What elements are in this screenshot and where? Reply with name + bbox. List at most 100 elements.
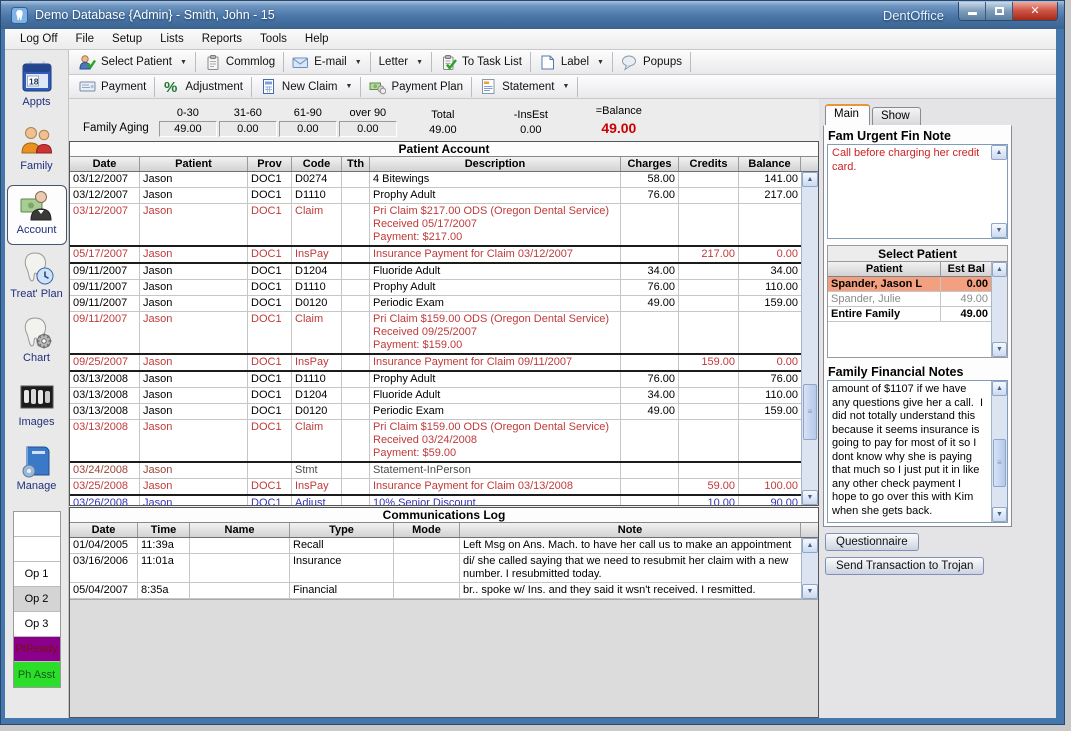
- menu-item-reports[interactable]: Reports: [193, 31, 251, 47]
- column-header-balance[interactable]: Balance: [739, 157, 801, 171]
- scroll-up-icon[interactable]: ▲: [802, 172, 818, 187]
- operatory-cell-op-1[interactable]: Op 1: [14, 562, 60, 587]
- menu-item-setup[interactable]: Setup: [103, 31, 151, 47]
- column-header-mode[interactable]: Mode: [394, 523, 460, 537]
- commlog-row[interactable]: 03/16/200611:01aInsurancedi/ she called …: [70, 554, 801, 583]
- dropdown-arrow-icon[interactable]: ▼: [355, 59, 362, 66]
- menu-item-file[interactable]: File: [67, 31, 104, 47]
- account-row[interactable]: 03/12/2007JasonDOC1D1110Prophy Adult76.0…: [70, 188, 801, 204]
- account-row[interactable]: 09/11/2007JasonDOC1D1204Fluoride Adult34…: [70, 264, 801, 280]
- sidebar-module-family[interactable]: Family: [7, 121, 67, 181]
- select-patient-row[interactable]: Spander, Jason L0.00: [828, 277, 991, 292]
- column-header-patient[interactable]: Patient: [828, 262, 941, 276]
- account-scrollbar-thumb[interactable]: ≡: [803, 384, 817, 440]
- operatory-cell-ph-asst[interactable]: Ph Asst: [14, 662, 60, 687]
- column-header-tth[interactable]: Tth: [342, 157, 370, 171]
- select-patient-scrollbar[interactable]: ▲ ▼: [991, 262, 1007, 357]
- account-row[interactable]: 03/13/2008JasonDOC1D0120Periodic Exam49.…: [70, 404, 801, 420]
- column-header-code[interactable]: Code: [292, 157, 342, 171]
- maximize-button[interactable]: [986, 2, 1013, 20]
- operatory-cell-empty-0[interactable]: [14, 512, 60, 537]
- scroll-down-icon[interactable]: ▼: [992, 342, 1007, 357]
- dropdown-arrow-icon[interactable]: ▼: [346, 83, 353, 90]
- select-patient-row[interactable]: Entire Family49.00: [828, 307, 991, 322]
- toolbar-button-payment-plan[interactable]: Payment Plan: [363, 76, 469, 97]
- menu-item-help[interactable]: Help: [296, 31, 338, 47]
- account-row[interactable]: 03/25/2008JasonDOC1InsPayInsurance Payme…: [70, 479, 801, 496]
- account-row[interactable]: 03/13/2008JasonDOC1D1110Prophy Adult76.0…: [70, 372, 801, 388]
- operatory-cell-op-3[interactable]: Op 3: [14, 612, 60, 637]
- urgent-note-box[interactable]: Call before charging her credit card. ▲ …: [827, 144, 1008, 239]
- commlog-row[interactable]: 01/04/200511:39aRecallLeft Msg on Ans. M…: [70, 538, 801, 554]
- account-row[interactable]: 09/25/2007JasonDOC1InsPayInsurance Payme…: [70, 355, 801, 372]
- account-row[interactable]: 03/12/2007JasonDOC1D02744 Bitewings58.00…: [70, 172, 801, 188]
- toolbar-button-statement[interactable]: Statement▼: [474, 76, 575, 97]
- scroll-down-icon[interactable]: ▼: [802, 584, 818, 599]
- scroll-down-icon[interactable]: ▼: [802, 490, 818, 505]
- toolbar-button-new-claim[interactable]: New Claim▼: [254, 76, 359, 97]
- menu-item-log-off[interactable]: Log Off: [11, 31, 67, 47]
- column-header-credits[interactable]: Credits: [679, 157, 739, 171]
- account-row[interactable]: 09/11/2007JasonDOC1D1110Prophy Adult76.0…: [70, 280, 801, 296]
- column-header-description[interactable]: Description: [370, 157, 621, 171]
- toolbar-button-e-mail[interactable]: E-mail▼: [286, 52, 368, 73]
- tab-show[interactable]: Show: [872, 107, 921, 125]
- account-row[interactable]: 03/12/2007JasonDOC1ClaimPri Claim $217.0…: [70, 204, 801, 247]
- scroll-up-icon[interactable]: ▲: [992, 262, 1007, 277]
- toolbar-button-payment[interactable]: Payment: [73, 76, 152, 97]
- minimize-button[interactable]: [959, 2, 986, 20]
- toolbar-button-popups[interactable]: Popups: [615, 52, 688, 73]
- scroll-up-icon[interactable]: ▲: [991, 145, 1007, 160]
- menu-item-tools[interactable]: Tools: [251, 31, 296, 47]
- sidebar-module-images[interactable]: Images: [7, 377, 67, 437]
- account-row[interactable]: 09/11/2007JasonDOC1D0120Periodic Exam49.…: [70, 296, 801, 312]
- account-row[interactable]: 03/26/2008JasonDOC1Adjust10% Senior Disc…: [70, 496, 801, 505]
- operatory-cell-empty-1[interactable]: [14, 537, 60, 562]
- toolbar-button-select-patient[interactable]: Select Patient▼: [73, 52, 193, 73]
- toolbar-button-commlog[interactable]: Commlog: [198, 52, 281, 73]
- tab-main[interactable]: Main: [825, 104, 870, 125]
- account-row[interactable]: 03/13/2008JasonDOC1ClaimPri Claim $159.0…: [70, 420, 801, 463]
- dropdown-arrow-icon[interactable]: ▼: [597, 59, 604, 66]
- sidebar-module-chart[interactable]: Chart: [7, 313, 67, 373]
- account-row[interactable]: 05/17/2007JasonDOC1InsPayInsurance Payme…: [70, 247, 801, 264]
- financial-notes-scrollbar[interactable]: ▲ ≡ ▼: [991, 381, 1007, 522]
- financial-notes-box[interactable]: amount of $1107 if we have any questions…: [827, 380, 1008, 523]
- operatory-cell-ptready[interactable]: PtReady: [14, 637, 60, 662]
- notes-scrollbar-thumb[interactable]: ≡: [993, 439, 1006, 487]
- column-header-time[interactable]: Time: [138, 523, 190, 537]
- urgent-note-scrollbar[interactable]: ▲ ▼: [991, 145, 1007, 238]
- toolbar-button-adjustment[interactable]: %Adjustment: [157, 76, 249, 97]
- column-header-charges[interactable]: Charges: [621, 157, 679, 171]
- account-row[interactable]: 03/13/2008JasonDOC1D1204Fluoride Adult34…: [70, 388, 801, 404]
- account-scrollbar[interactable]: ▲ ≡ ▼: [801, 172, 818, 505]
- column-header-note[interactable]: Note: [460, 523, 801, 537]
- commlog-row[interactable]: 05/04/20078:35aFinancialbr.. spoke w/ In…: [70, 583, 801, 599]
- account-row[interactable]: 09/11/2007JasonDOC1ClaimPri Claim $159.0…: [70, 312, 801, 355]
- toolbar-button-letter[interactable]: Letter▼: [373, 52, 429, 73]
- toolbar-button-label[interactable]: Label▼: [533, 52, 610, 73]
- sidebar-module-appts[interactable]: 18Appts: [7, 57, 67, 117]
- column-header-date[interactable]: Date: [70, 157, 140, 171]
- questionnaire-button[interactable]: Questionnaire: [825, 533, 919, 551]
- toolbar-button-to-task-list[interactable]: To Task List: [434, 52, 528, 73]
- column-header-est-bal[interactable]: Est Bal: [941, 262, 991, 276]
- send-transaction-to-trojan-button[interactable]: Send Transaction to Trojan: [825, 557, 984, 575]
- menu-item-lists[interactable]: Lists: [151, 31, 193, 47]
- scroll-up-icon[interactable]: ▲: [802, 538, 818, 553]
- column-header-name[interactable]: Name: [190, 523, 290, 537]
- column-header-patient[interactable]: Patient: [140, 157, 248, 171]
- dropdown-arrow-icon[interactable]: ▼: [180, 59, 187, 66]
- dropdown-arrow-icon[interactable]: ▼: [416, 59, 423, 66]
- scroll-down-icon[interactable]: ▼: [992, 507, 1007, 522]
- column-header-date[interactable]: Date: [70, 523, 138, 537]
- scroll-down-icon[interactable]: ▼: [991, 223, 1007, 238]
- column-header-prov[interactable]: Prov: [248, 157, 292, 171]
- select-patient-row[interactable]: Spander, Julie49.00: [828, 292, 991, 307]
- sidebar-module-manage[interactable]: Manage: [7, 441, 67, 501]
- scroll-up-icon[interactable]: ▲: [992, 381, 1007, 396]
- sidebar-module-treat-plan[interactable]: Treat' Plan: [7, 249, 67, 309]
- account-row[interactable]: 03/24/2008JasonStmtStatement-InPerson: [70, 463, 801, 479]
- column-header-type[interactable]: Type: [290, 523, 394, 537]
- operatory-cell-op-2[interactable]: Op 2: [14, 587, 60, 612]
